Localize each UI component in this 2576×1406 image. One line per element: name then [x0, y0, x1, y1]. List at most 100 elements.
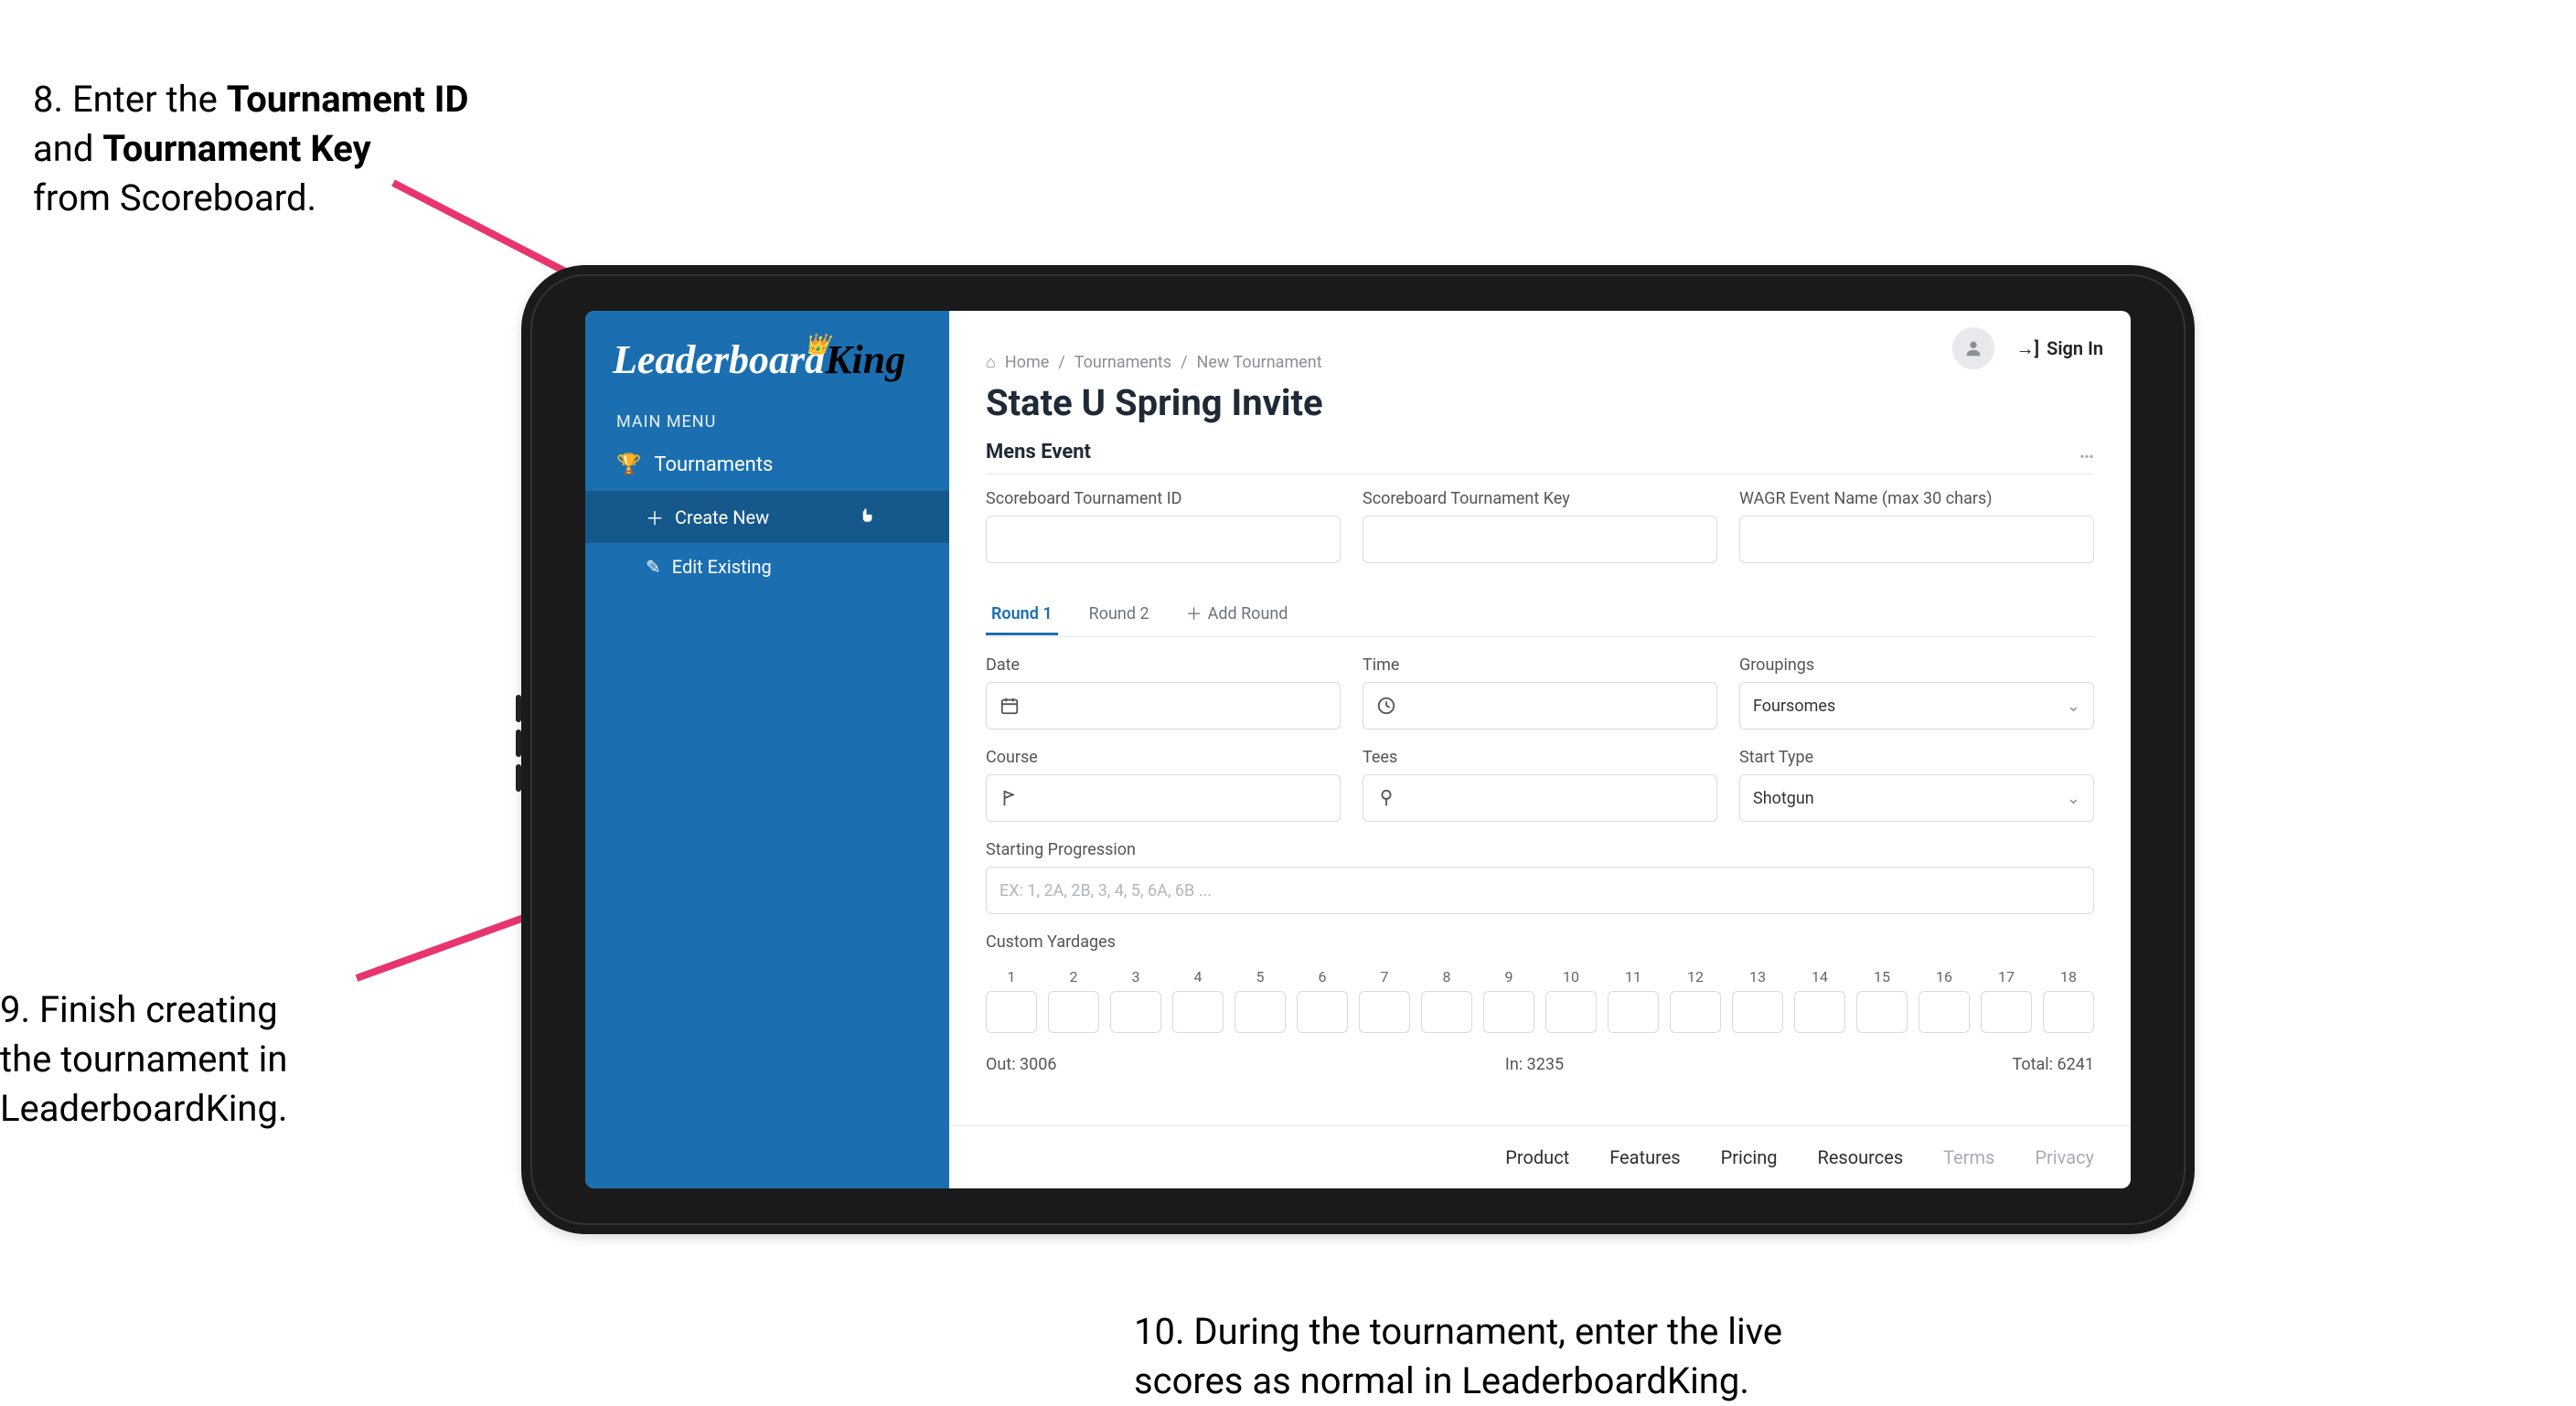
footer-link-privacy[interactable]: Privacy: [2035, 1146, 2094, 1168]
yardage-in: In: 3235: [1505, 1055, 1564, 1074]
input-scoreboard-tournament-id[interactable]: [986, 516, 1341, 563]
tab-round-2[interactable]: Round 2: [1084, 593, 1155, 634]
hole-yardage-input[interactable]: [1732, 991, 1783, 1033]
clock-icon: [1376, 696, 1396, 716]
sidebar-item-edit-existing[interactable]: ✎ Edit Existing: [585, 543, 949, 591]
hole-number: 8: [1421, 968, 1472, 991]
hole-number: 13: [1732, 968, 1783, 991]
sign-in-button[interactable]: →] Sign In: [2016, 337, 2103, 360]
breadcrumb-separator: /: [1058, 353, 1064, 372]
hole-yardage-input[interactable]: [1297, 991, 1348, 1033]
hole-column: 7: [1359, 968, 1410, 1033]
footer-link-product[interactable]: Product: [1505, 1146, 1569, 1168]
hole-yardage-input[interactable]: [2043, 991, 2094, 1033]
hole-yardage-input[interactable]: [1794, 991, 1845, 1033]
hole-yardage-input[interactable]: [1981, 991, 2032, 1033]
add-round-button[interactable]: ＋ Add Round: [1181, 591, 1294, 636]
hole-yardage-input[interactable]: [1110, 991, 1161, 1033]
hole-yardage-input[interactable]: [1856, 991, 1908, 1033]
hole-column: 18: [2043, 968, 2094, 1033]
sidebar-section-label: MAIN MENU: [585, 399, 949, 439]
annotation-text: scores as normal in LeaderboardKing.: [1134, 1359, 1749, 1402]
label-custom-yardages: Custom Yardages: [986, 932, 2094, 952]
flag-icon: [999, 788, 1020, 808]
footer: Product Features Pricing Resources Terms…: [949, 1125, 2131, 1188]
input-course[interactable]: [986, 774, 1341, 822]
breadcrumb-tournaments[interactable]: Tournaments: [1074, 353, 1171, 372]
round-tabs: Round 1 Round 2 ＋ Add Round: [986, 591, 2094, 637]
annotation-text-bold: Tournament ID: [227, 78, 469, 121]
select-start-type[interactable]: Shotgun ⌄: [1739, 774, 2094, 822]
hole-number: 15: [1856, 968, 1908, 991]
home-icon: ⌂: [986, 353, 996, 372]
label-tees: Tees: [1363, 748, 1717, 767]
yardage-summary: Out: 3006 In: 3235 Total: 6241: [986, 1055, 2094, 1074]
logo-text-king: King: [825, 337, 905, 382]
hole-column: 15: [1856, 968, 1908, 1033]
hole-column: 17: [1981, 968, 2032, 1033]
hole-number: 7: [1359, 968, 1410, 991]
annotation-text: and: [33, 127, 102, 170]
hole-column: 8: [1421, 968, 1472, 1033]
annotation-step-8: 8. Enter the Tournament ID and Tournamen…: [33, 75, 469, 223]
logo-text-leaderboard: Leaderboard: [613, 337, 825, 382]
hole-yardage-input[interactable]: [1048, 991, 1099, 1033]
breadcrumb-new-tournament: New Tournament: [1197, 353, 1322, 372]
hole-yardage-input[interactable]: [1483, 991, 1534, 1033]
hole-yardage-input[interactable]: [1421, 991, 1472, 1033]
annotation-text: the tournament in: [0, 1038, 287, 1081]
hole-yardage-input[interactable]: [1172, 991, 1224, 1033]
avatar[interactable]: [1952, 327, 1994, 369]
tablet-side-buttons: [516, 695, 521, 799]
hole-yardage-input[interactable]: [1608, 991, 1659, 1033]
footer-link-resources[interactable]: Resources: [1818, 1146, 1904, 1168]
hole-number: 12: [1670, 968, 1721, 991]
sidebar-item-label: Tournaments: [654, 453, 773, 476]
sidebar-item-label: Edit Existing: [672, 556, 772, 578]
label-start-type: Start Type: [1739, 748, 2094, 767]
select-groupings[interactable]: Foursomes ⌄: [1739, 682, 2094, 730]
footer-link-features[interactable]: Features: [1609, 1146, 1680, 1168]
select-start-type-value: Shotgun: [1753, 789, 1814, 808]
hole-column: 16: [1919, 968, 1970, 1033]
user-icon: [1963, 338, 1983, 358]
hole-yardage-input[interactable]: [1359, 991, 1410, 1033]
input-date[interactable]: [986, 682, 1341, 730]
hole-column: 2: [1048, 968, 1099, 1033]
tablet-screen: LeaderboardKing 👑 MAIN MENU 🏆 Tournament…: [585, 311, 2131, 1188]
input-wagr-event-name[interactable]: [1739, 516, 2094, 563]
hole-column: 11: [1608, 968, 1659, 1033]
page-content: ⌂ Home / Tournaments / New Tournament St…: [949, 311, 2131, 1125]
footer-link-pricing[interactable]: Pricing: [1721, 1146, 1778, 1168]
footer-link-terms[interactable]: Terms: [1943, 1146, 1994, 1168]
hole-yardage-input[interactable]: [1919, 991, 1970, 1033]
breadcrumb-home[interactable]: Home: [1005, 353, 1049, 372]
hole-number: 2: [1048, 968, 1099, 991]
app-sidebar: LeaderboardKing 👑 MAIN MENU 🏆 Tournament…: [585, 311, 949, 1188]
row-date-time-groupings: Date Time Groupings Fou: [986, 655, 2094, 730]
annotation-text: 8. Enter the: [33, 78, 227, 121]
annotation-step-10: 10. During the tournament, enter the liv…: [1134, 1307, 1782, 1406]
input-time[interactable]: [1363, 682, 1717, 730]
hole-number: 17: [1981, 968, 2032, 991]
more-icon[interactable]: …: [2079, 441, 2094, 463]
label-groupings: Groupings: [1739, 655, 2094, 675]
sidebar-item-create-new[interactable]: ＋ Create New: [585, 491, 949, 543]
hole-column: 1: [986, 968, 1037, 1033]
sidebar-item-label: Create New: [675, 506, 769, 528]
hole-yardage-input[interactable]: [986, 991, 1037, 1033]
hole-yardage-input[interactable]: [1545, 991, 1597, 1033]
hole-yardage-input[interactable]: [1235, 991, 1286, 1033]
edit-icon: ✎: [646, 556, 661, 578]
annotation-text: from Scoreboard.: [33, 176, 316, 219]
input-starting-progression[interactable]: EX: 1, 2A, 2B, 3, 4, 5, 6A, 6B ...: [986, 867, 2094, 914]
input-scoreboard-tournament-key[interactable]: [1363, 516, 1717, 563]
main-content: →] Sign In ⌂ Home / Tournaments / New To…: [949, 311, 2131, 1188]
sidebar-item-tournaments[interactable]: 🏆 Tournaments: [585, 439, 949, 491]
yardage-total: Total: 6241: [2012, 1055, 2094, 1074]
select-groupings-value: Foursomes: [1753, 697, 1835, 716]
tab-round-1[interactable]: Round 1: [986, 593, 1058, 634]
hole-column: 9: [1483, 968, 1534, 1033]
input-tees[interactable]: [1363, 774, 1717, 822]
hole-yardage-input[interactable]: [1670, 991, 1721, 1033]
